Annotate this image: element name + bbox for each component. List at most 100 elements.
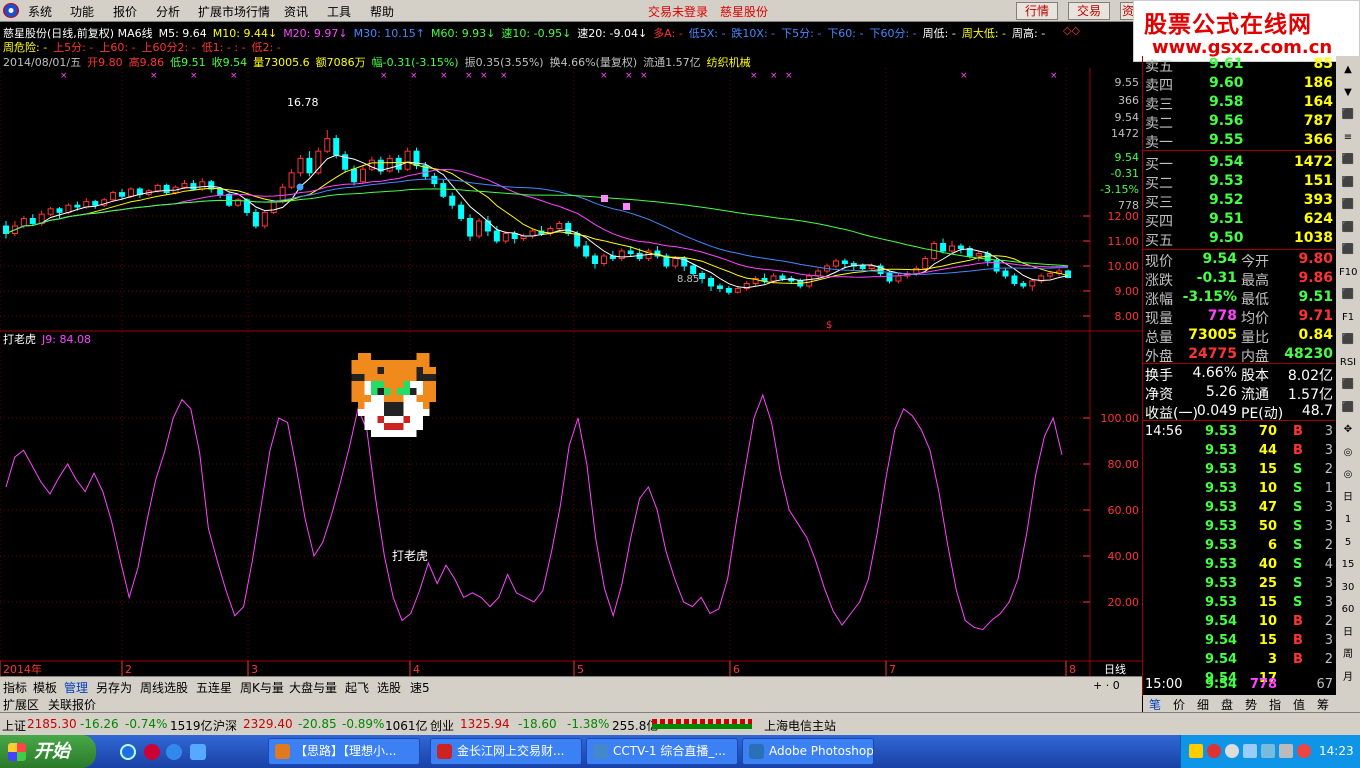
toolbar-icon[interactable]: ◎ bbox=[1339, 445, 1357, 461]
info-button[interactable]: 资 bbox=[1120, 2, 1134, 20]
tab-0[interactable]: 指标 bbox=[3, 679, 27, 696]
tab-9[interactable]: 选股 bbox=[377, 679, 401, 696]
trade-button[interactable]: 交易 bbox=[1068, 2, 1111, 20]
menu-function[interactable]: 功能 bbox=[70, 3, 94, 20]
quicklaunch-desktop-icon[interactable] bbox=[190, 744, 206, 760]
toolbar-icon[interactable]: 1 bbox=[1339, 512, 1357, 528]
ask-row[interactable]: 卖二 9.56 787 bbox=[1143, 112, 1335, 132]
ask-row[interactable]: 卖一 9.55 366 bbox=[1143, 131, 1335, 151]
tab-8[interactable]: 起飞 bbox=[345, 679, 369, 696]
toolbar-icon[interactable]: ⬛ bbox=[1339, 287, 1357, 303]
panel-tab[interactable]: 筹 bbox=[1317, 696, 1329, 713]
menu-news[interactable]: 资讯 bbox=[284, 3, 308, 20]
menu-quote[interactable]: 报价 bbox=[113, 3, 137, 20]
panel-tab[interactable]: 势 bbox=[1245, 696, 1257, 713]
taskbar-task[interactable]: 金长江网上交易财... bbox=[430, 738, 582, 765]
toolbar-icon[interactable]: ⬛ bbox=[1339, 175, 1357, 191]
toolbar-icon[interactable]: ⬛ bbox=[1339, 332, 1357, 348]
tab-4[interactable]: 周线选股 bbox=[140, 679, 188, 696]
panel-options-icon[interactable]: ◇◇ bbox=[1063, 24, 1080, 37]
panel-tab[interactable]: 值 bbox=[1293, 696, 1305, 713]
chart-svg[interactable]: × × × × × × × × × × × × × × × × × × $ 9.55 366 9.54 1472 9.54 -… bbox=[0, 68, 1142, 676]
quicklaunch-browser-icon[interactable] bbox=[166, 744, 182, 760]
toolbar-icon[interactable]: 15 bbox=[1339, 557, 1357, 573]
bid-row[interactable]: 买五 9.50 1038 bbox=[1143, 229, 1335, 249]
toolbar-icon[interactable]: ⬛ bbox=[1339, 377, 1357, 393]
tab-3[interactable]: 另存为 bbox=[96, 679, 132, 696]
toolbar-icon[interactable]: ≡ bbox=[1339, 130, 1357, 146]
menu-tools[interactable]: 工具 bbox=[327, 3, 351, 20]
toolbar-icon[interactable]: 60 bbox=[1339, 602, 1357, 618]
quicklaunch-app-icon[interactable] bbox=[144, 744, 160, 760]
toolbar-icon[interactable]: 日 bbox=[1339, 490, 1357, 506]
tab-1[interactable]: 模板 bbox=[33, 679, 57, 696]
taskbar-task[interactable]: 【思路】【理想小... bbox=[268, 738, 420, 765]
tab-7[interactable]: 大盘与量 bbox=[289, 679, 337, 696]
toolbar-icon[interactable]: ⬛ bbox=[1339, 242, 1357, 258]
tab-2[interactable]: 管理 bbox=[64, 679, 88, 696]
zoom-plus-minus[interactable]: + · 0 bbox=[1093, 679, 1120, 692]
menu-help[interactable]: 帮助 bbox=[370, 3, 394, 20]
toolbar-icon[interactable]: ⬛ bbox=[1339, 152, 1357, 168]
quotes-button[interactable]: 行情 bbox=[1016, 2, 1059, 20]
status-item[interactable]: 上海电信主站 bbox=[764, 717, 836, 734]
toolbar-icon[interactable]: 30 bbox=[1339, 580, 1357, 596]
login-status[interactable]: 交易未登录 bbox=[648, 3, 708, 20]
tray-icon-4[interactable] bbox=[1243, 744, 1257, 758]
toolbar-icon[interactable]: 月 bbox=[1339, 670, 1357, 686]
toolbar-icon[interactable]: ⬛ bbox=[1339, 107, 1357, 123]
taskbar-task[interactable]: CCTV-1 综合直播_... bbox=[586, 738, 738, 765]
tray-network-icon[interactable] bbox=[1261, 744, 1275, 758]
tray-icon-3[interactable] bbox=[1225, 744, 1239, 758]
indicator-name[interactable]: 打老虎 bbox=[3, 332, 36, 346]
toolbar-icon[interactable]: ⬛ bbox=[1339, 220, 1357, 236]
tray-icon-7[interactable] bbox=[1297, 744, 1311, 758]
tick-count: 3 bbox=[1324, 519, 1333, 534]
tick-row: 9.54 15 B 3 bbox=[1143, 632, 1335, 651]
quicklaunch-ie-icon[interactable] bbox=[120, 744, 136, 760]
toolbar-icon[interactable]: ▼ bbox=[1339, 85, 1357, 101]
toolbar-icon[interactable]: ⬛ bbox=[1339, 400, 1357, 416]
toolbar-icon[interactable]: ▲ bbox=[1339, 62, 1357, 78]
tab-10[interactable]: 速5 bbox=[410, 679, 430, 696]
toolbar-icon[interactable]: F1 bbox=[1339, 310, 1357, 326]
ask-row[interactable]: 卖五 9.61 85 bbox=[1143, 55, 1335, 75]
bid-row[interactable]: 买二 9.53 151 bbox=[1143, 172, 1335, 192]
price-axis-label: 11.00 bbox=[1108, 235, 1140, 248]
menu-analysis[interactable]: 分析 bbox=[156, 3, 180, 20]
panel-tab[interactable]: 指 bbox=[1269, 696, 1281, 713]
ask-row[interactable]: 卖三 9.58 164 bbox=[1143, 93, 1335, 113]
tray-volume-icon[interactable] bbox=[1279, 744, 1293, 758]
tick-side: B bbox=[1293, 633, 1303, 648]
tray-icon-2[interactable] bbox=[1207, 744, 1221, 758]
taskbar-task[interactable]: Adobe Photoshop bbox=[742, 738, 874, 765]
tab-6[interactable]: 周K与量 bbox=[240, 679, 284, 696]
toolbar-icon[interactable]: F10 bbox=[1339, 265, 1357, 281]
panel-tab[interactable]: 笔 bbox=[1149, 696, 1161, 713]
stat-label: 最高 bbox=[1241, 273, 1269, 289]
menu-extended-market[interactable]: 扩展市场行情 bbox=[198, 3, 270, 20]
toolbar-icon[interactable]: 日 bbox=[1339, 625, 1357, 641]
toolbar-icon[interactable]: 5 bbox=[1339, 535, 1357, 551]
bid-row[interactable]: 买四 9.51 624 bbox=[1143, 210, 1335, 230]
chart-area[interactable]: × × × × × × × × × × × × × × × × × × $ 9.55 366 9.54 1472 9.54 -… bbox=[0, 68, 1142, 676]
toolbar-icon[interactable]: RSI bbox=[1339, 355, 1357, 371]
tray-icon-1[interactable] bbox=[1189, 744, 1203, 758]
tab-related-quotes[interactable]: 关联报价 bbox=[48, 696, 96, 713]
menu-system[interactable]: 系统 bbox=[28, 3, 52, 20]
period-label[interactable]: 日线 bbox=[1104, 662, 1126, 676]
toolbar-icon[interactable]: ◎ bbox=[1339, 467, 1357, 483]
bid-row[interactable]: 买三 9.52 393 bbox=[1143, 191, 1335, 211]
signal-marker: × bbox=[1050, 71, 1058, 81]
tab-5[interactable]: 五连星 bbox=[196, 679, 232, 696]
toolbar-icon[interactable]: ⬛ bbox=[1339, 197, 1357, 213]
ask-row[interactable]: 卖四 9.60 186 bbox=[1143, 74, 1335, 94]
panel-tab[interactable]: 盘 bbox=[1221, 696, 1233, 713]
toolbar-icon[interactable]: 周 bbox=[1339, 647, 1357, 663]
panel-tab[interactable]: 细 bbox=[1197, 696, 1209, 713]
toolbar-icon[interactable]: ✥ bbox=[1339, 422, 1357, 438]
panel-tab[interactable]: 价 bbox=[1173, 696, 1185, 713]
tab-extension-area[interactable]: 扩展区 bbox=[3, 696, 39, 713]
clock[interactable]: 14:23 bbox=[1319, 744, 1354, 758]
bid-row[interactable]: 买一 9.54 1472 bbox=[1143, 153, 1335, 173]
